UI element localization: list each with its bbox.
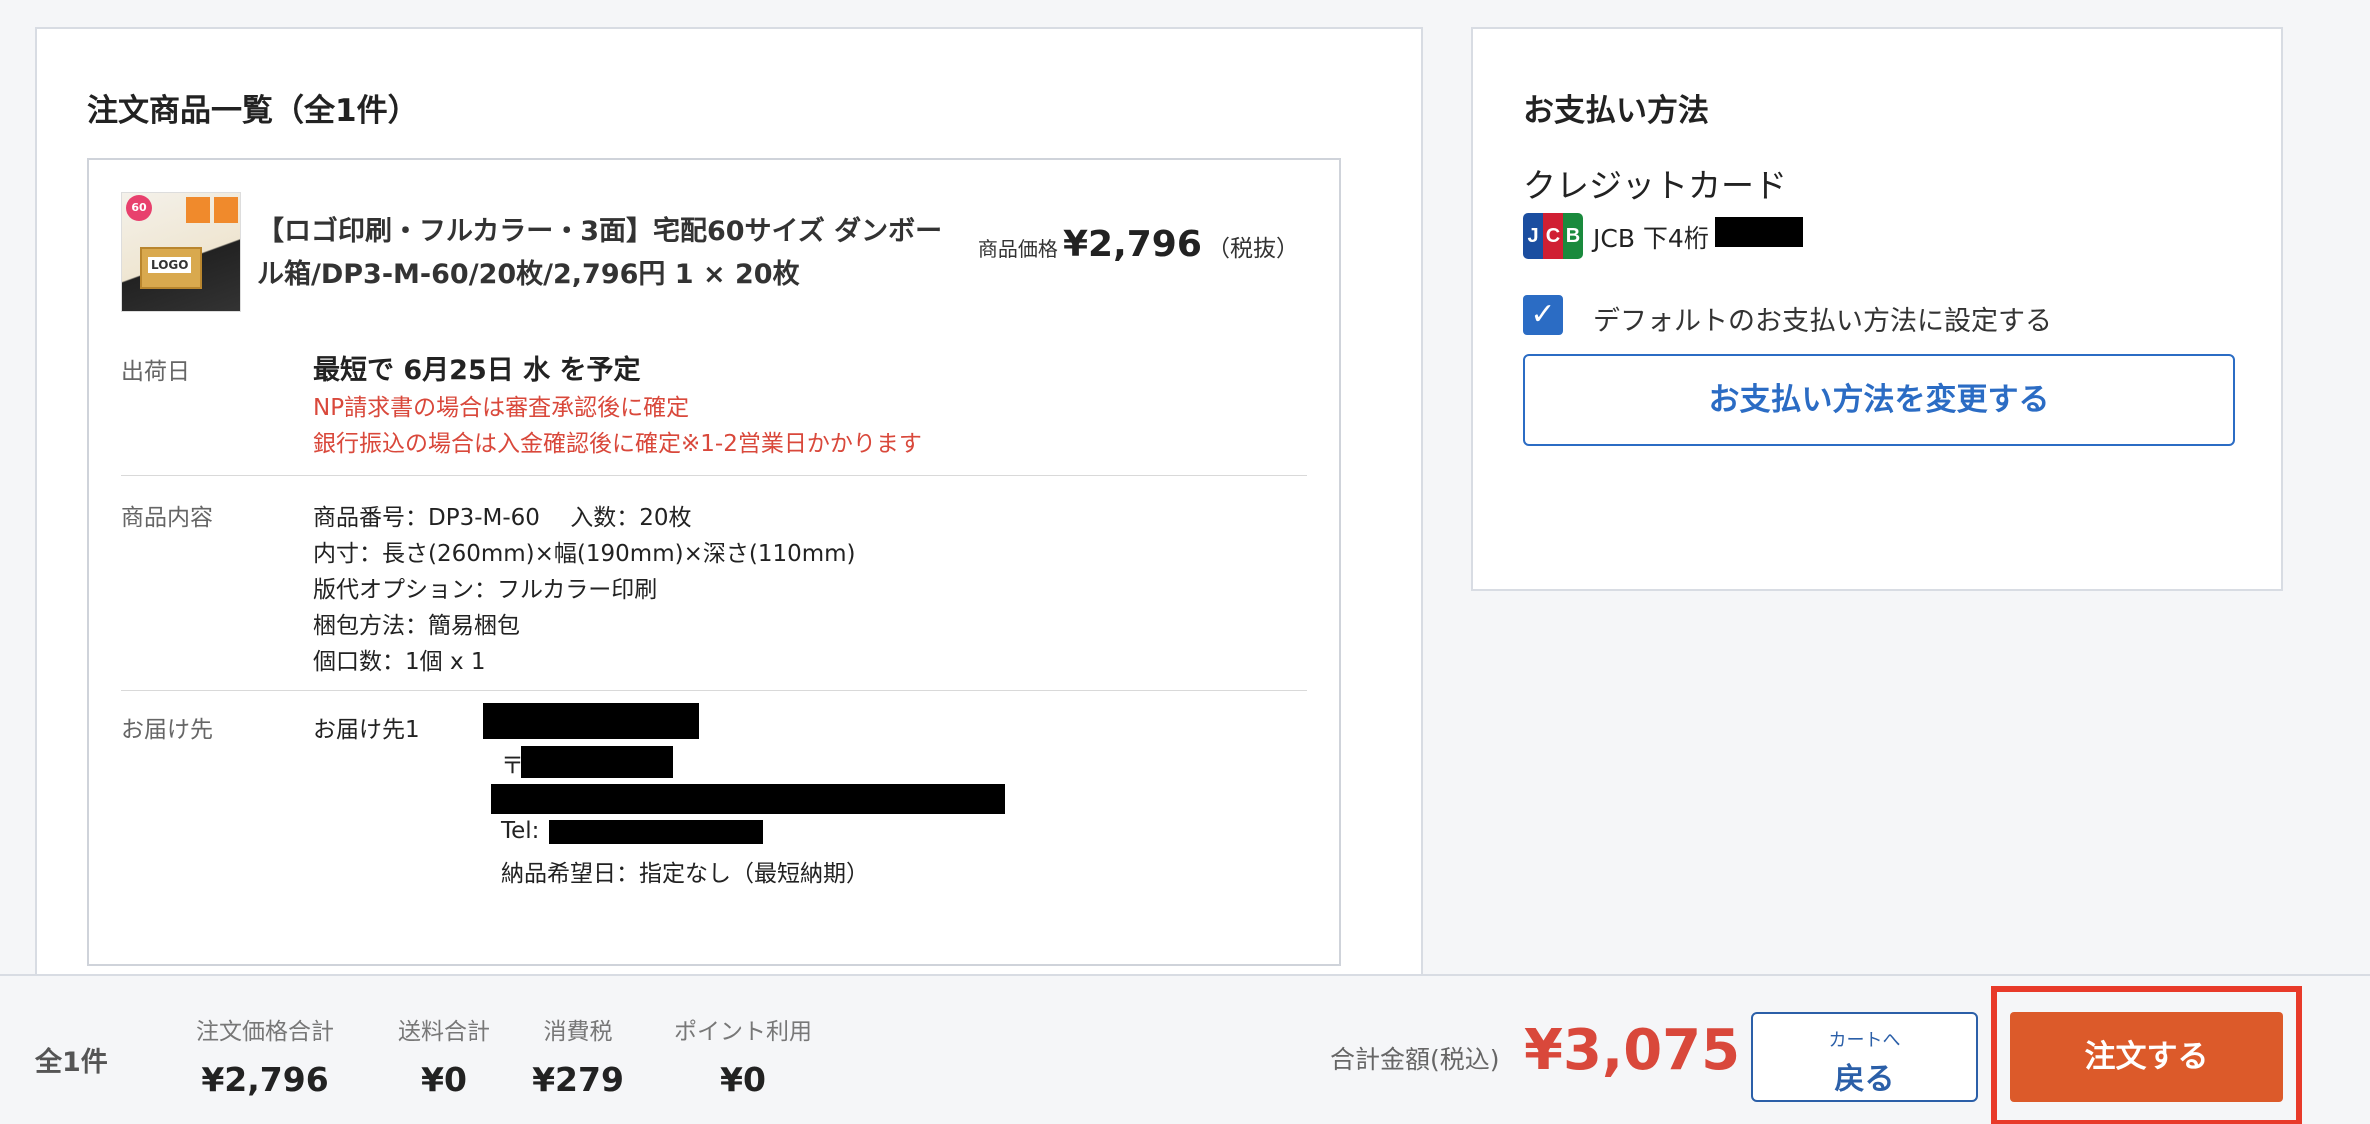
card-last-digits-label: JCB 下4桁 [1593, 224, 1709, 253]
product-price: 商品価格 ¥2,796 （税抜） [978, 224, 1299, 265]
spec-line: 商品番号：DP3-M-60 入数：20枚 [313, 505, 692, 531]
shipping-fee-block: 送料合計 ¥0 [392, 1012, 496, 1099]
delivery-label: お届け先 [121, 717, 213, 743]
product-name-line1: 【ロゴ印刷・フルカラー・3面】宅配60サイズ ダンボー [257, 216, 943, 247]
jcb-card-icon: JCB [1523, 213, 1583, 259]
points-value: ¥0 [720, 1060, 766, 1099]
thumbnail-tag [214, 197, 238, 223]
price-label: 商品価格 [977, 237, 1058, 261]
divider [121, 690, 1307, 691]
thumbnail-tag [186, 197, 210, 223]
order-item-card: 60 LOGO 【ロゴ印刷・フルカラー・3面】宅配60サイズ ダンボー ル箱/D… [87, 158, 1341, 966]
subtotal-value: ¥2,796 [201, 1060, 329, 1099]
shipping-note-np: NP請求書の場合は審査承認後に確定 [313, 395, 690, 421]
default-payment-label[interactable]: デフォルトのお支払い方法に設定する [1593, 299, 2052, 338]
logo-print-label: LOGO [148, 257, 192, 273]
shipping-date-label: 出荷日 [121, 359, 190, 385]
place-order-button[interactable]: 注文する [2010, 1012, 2283, 1102]
product-name-line2: ル箱/DP3-M-60/20枚/2,796円 1 × 20枚 [257, 259, 800, 290]
product-thumbnail[interactable]: 60 LOGO [121, 192, 241, 312]
desired-delivery-date: 納品希望日：指定なし（最短納期） [501, 861, 869, 887]
price-tax-note: （税抜） [1207, 236, 1299, 262]
tax-value: ¥279 [532, 1060, 624, 1099]
redacted-postal-code [521, 746, 673, 778]
spec-line: 個口数：1個 x 1 [313, 649, 486, 675]
spec-line: 内寸：長さ(260mm)×幅(190mm)×深さ(110mm) [313, 541, 856, 567]
subtotal-block: 注文価格合計 ¥2,796 [190, 1012, 340, 1099]
tax-label: 消費税 [543, 1019, 613, 1045]
back-to-cart-sublabel: カートへ [1828, 1030, 1901, 1051]
order-items-panel: 注文商品一覧（全1件） 60 LOGO 【ロゴ印刷・フルカラー・3面】宅配60サ… [35, 27, 1423, 1027]
points-label: ポイント利用 [674, 1019, 812, 1045]
redacted-address [491, 784, 1005, 814]
shipping-note-bank: 銀行振込の場合は入金確認後に確定※1-2営業日かかります [313, 431, 922, 457]
order-items-title: 注文商品一覧（全1件） [87, 93, 419, 129]
back-to-cart-button[interactable]: カートへ 戻る [1751, 1012, 1978, 1102]
tel-prefix: Tel: [501, 818, 540, 844]
points-block: ポイント利用 ¥0 [668, 1012, 818, 1099]
order-summary-bar: 全1件 注文価格合計 ¥2,796 送料合計 ¥0 消費税 ¥279 ポイント利… [0, 974, 2370, 1124]
back-to-cart-label: 戻る [1834, 1062, 1895, 1097]
spec-line: 版代オプション：フルカラー印刷 [313, 577, 658, 603]
tax-block: 消費税 ¥279 [532, 1012, 624, 1099]
product-name: 【ロゴ印刷・フルカラー・3面】宅配60サイズ ダンボー ル箱/DP3-M-60/… [257, 210, 997, 296]
size-badge: 60 [126, 195, 152, 221]
change-payment-button[interactable]: お支払い方法を変更する [1523, 354, 2235, 446]
redacted-name [483, 703, 699, 739]
redacted-phone [549, 820, 763, 844]
item-count: 全1件 [35, 1047, 108, 1078]
subtotal-label: 注文価格合計 [196, 1019, 334, 1045]
payment-method-name: クレジットカード [1523, 166, 1787, 205]
total-value: ¥3,075 [1524, 1018, 1741, 1083]
spec-line: 梱包方法：簡易梱包 [313, 613, 520, 639]
price-value: ¥2,796 [1062, 224, 1202, 265]
shipping-date-main: 最短で 6月25日 水 を予定 [313, 355, 641, 386]
redacted-card-digits [1715, 217, 1803, 247]
contents-label: 商品内容 [121, 505, 213, 531]
default-payment-checkbox[interactable]: ✓ [1523, 295, 1563, 335]
shipping-fee-value: ¥0 [421, 1060, 467, 1099]
shipping-fee-label: 送料合計 [398, 1019, 490, 1045]
delivery-destination-label: お届け先1 [313, 717, 420, 743]
total-label: 合計金額(税込) [1330, 1045, 1500, 1074]
payment-method-panel: お支払い方法 クレジットカード JCB JCB 下4桁 ✓ デフォルトのお支払い… [1471, 27, 2283, 591]
payment-method-title: お支払い方法 [1523, 93, 1709, 129]
divider [121, 475, 1307, 476]
